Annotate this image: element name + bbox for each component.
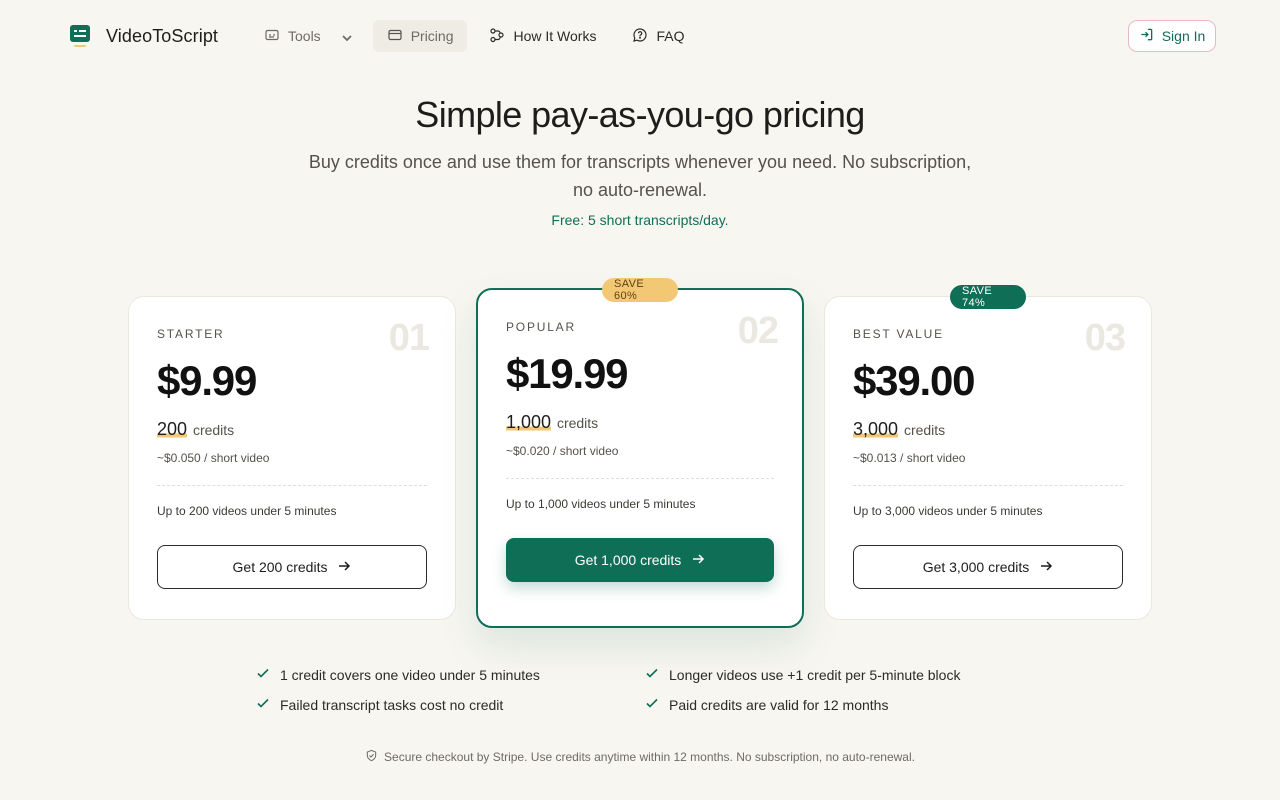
- help-icon: [632, 27, 648, 46]
- nav-item-how-it-works[interactable]: How It Works: [475, 20, 610, 52]
- page-subtitle: Buy credits once and use them for transc…: [308, 152, 972, 200]
- main-nav: Tools Pricing How It Works FAQ: [250, 20, 698, 52]
- subtitle-logo-icon: [66, 22, 94, 50]
- login-icon: [1139, 27, 1154, 45]
- feature-item: Failed transcript tasks cost no credit: [256, 696, 503, 713]
- credits-unit: credits: [192, 422, 235, 438]
- per-video-price: ~$0.020 / short video: [506, 444, 619, 458]
- pricing-card-best-value: BEST VALUE 03 $39.00 3,000 credits ~$0.0…: [824, 296, 1152, 620]
- credits-amount: 1,000: [506, 412, 552, 432]
- plan-tier: STARTER: [157, 327, 225, 341]
- page-title: Simple pay-as-you-go pricing: [415, 94, 865, 135]
- nav-item-label: Tools: [288, 28, 321, 44]
- divider: [506, 478, 774, 479]
- plan-number: 03: [1084, 317, 1126, 359]
- free-tier-note: Free: 5 short transcripts/day.: [551, 212, 729, 228]
- plan-credits: 200 credits: [157, 419, 234, 440]
- nav-item-pricing[interactable]: Pricing: [372, 20, 468, 52]
- per-video-price: ~$0.013 / short video: [853, 451, 966, 465]
- credits-amount: 200: [157, 419, 188, 439]
- plan-credits: 1,000 credits: [506, 412, 598, 433]
- divider: [853, 485, 1123, 486]
- shield-check-icon: [365, 749, 378, 765]
- savings-badge: SAVE 74%: [950, 285, 1026, 309]
- feature-item: 1 credit covers one video under 5 minute…: [256, 666, 540, 683]
- feature-text: 1 credit covers one video under 5 minute…: [280, 666, 540, 683]
- arrow-right-icon: [1039, 559, 1053, 576]
- plan-credits: 3,000 credits: [853, 419, 945, 440]
- card-icon: [387, 27, 403, 46]
- per-video-price: ~$0.050 / short video: [157, 451, 270, 465]
- footer-note-text: Secure checkout by Stripe. Use credits a…: [384, 750, 915, 764]
- feature-item: Paid credits are valid for 12 months: [645, 696, 888, 713]
- brand-name: VideoToScript: [106, 25, 219, 46]
- plan-price: $19.99: [506, 350, 628, 397]
- plan-price: $39.00: [853, 357, 975, 404]
- cta-label: Get 3,000 credits: [922, 559, 1030, 575]
- cta-label: Get 200 credits: [232, 559, 328, 575]
- nav-item-faq[interactable]: FAQ: [618, 20, 698, 52]
- secure-checkout-note: Secure checkout by Stripe. Use credits a…: [0, 749, 1280, 765]
- plan-tier: BEST VALUE: [853, 327, 944, 341]
- nav-item-label: How It Works: [513, 28, 597, 44]
- chevron-down-icon: [339, 30, 352, 42]
- credits-unit: credits: [903, 422, 946, 438]
- feature-text: Failed transcript tasks cost no credit: [280, 696, 504, 713]
- feature-text: Paid credits are valid for 12 months: [669, 696, 889, 713]
- feature-text: Longer videos use +1 credit per 5-minute…: [669, 666, 961, 683]
- plan-limit: Up to 3,000 videos under 5 minutes: [853, 504, 1043, 518]
- nav-item-label: FAQ: [656, 28, 685, 44]
- sign-in-label: Sign In: [1161, 28, 1206, 44]
- nav-item-tools[interactable]: Tools: [250, 20, 365, 52]
- buy-best-value-button[interactable]: Get 3,000 credits: [853, 545, 1123, 589]
- credits-unit: credits: [556, 415, 599, 431]
- pricing-card-starter: STARTER 01 $9.99 200 credits ~$0.050 / s…: [128, 296, 456, 620]
- top-navbar: VideoToScript Tools Pricing How It Works…: [0, 0, 1280, 72]
- pricing-card-popular: POPULAR 02 $19.99 1,000 credits ~$0.020 …: [476, 288, 804, 628]
- caption-icon: [264, 27, 280, 46]
- plan-limit: Up to 1,000 videos under 5 minutes: [506, 497, 696, 511]
- check-icon: [256, 666, 270, 683]
- arrow-right-icon: [337, 559, 351, 576]
- check-icon: [645, 666, 659, 683]
- buy-popular-button[interactable]: Get 1,000 credits: [506, 538, 774, 582]
- brand[interactable]: VideoToScript: [66, 22, 218, 50]
- plan-number: 02: [737, 310, 779, 352]
- credits-amount: 3,000: [853, 419, 899, 439]
- arrow-right-icon: [691, 552, 705, 569]
- divider: [157, 485, 427, 486]
- flow-icon: [489, 27, 505, 46]
- feature-item: Longer videos use +1 credit per 5-minute…: [645, 666, 960, 683]
- plan-tier: POPULAR: [506, 320, 576, 334]
- buy-starter-button[interactable]: Get 200 credits: [157, 545, 427, 589]
- sign-in-button[interactable]: Sign In: [1128, 20, 1216, 52]
- savings-badge: SAVE 60%: [602, 278, 678, 302]
- check-icon: [645, 696, 659, 713]
- plan-price: $9.99: [157, 357, 257, 404]
- check-icon: [256, 696, 270, 713]
- plan-limit: Up to 200 videos under 5 minutes: [157, 504, 337, 518]
- nav-item-label: Pricing: [410, 28, 454, 44]
- plan-number: 01: [388, 317, 430, 359]
- cta-label: Get 1,000 credits: [574, 552, 682, 568]
